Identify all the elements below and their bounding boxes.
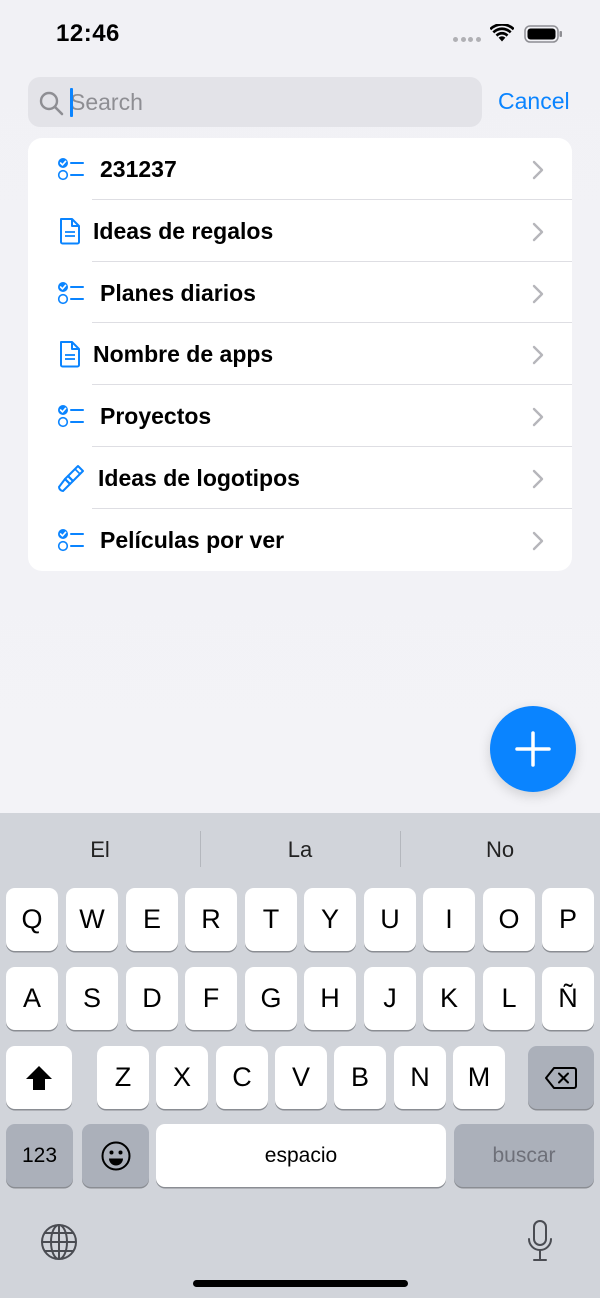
key-m[interactable]: M xyxy=(453,1046,505,1109)
suggestion-1[interactable]: El xyxy=(0,837,200,863)
key-n-tilde[interactable]: Ñ xyxy=(542,967,594,1030)
text-cursor xyxy=(70,88,73,117)
add-button[interactable] xyxy=(490,706,576,792)
key-e[interactable]: E xyxy=(126,888,178,951)
document-icon xyxy=(60,217,80,245)
key-y[interactable]: Y xyxy=(304,888,356,951)
backspace-icon xyxy=(545,1066,577,1089)
wifi-icon xyxy=(490,24,514,42)
shift-icon xyxy=(26,1065,52,1090)
keyboard: El La No Q W E R T Y U I O P A S D F G H… xyxy=(0,813,600,1298)
suggestion-3[interactable]: No xyxy=(400,837,600,863)
list-item-label: Nombre de apps xyxy=(93,341,274,368)
key-t[interactable]: T xyxy=(245,888,297,951)
key-f[interactable]: F xyxy=(185,967,237,1030)
status-time: 12:46 xyxy=(56,20,120,47)
numbers-key[interactable]: 123 xyxy=(6,1124,73,1187)
plus-icon xyxy=(515,731,551,767)
list-item[interactable]: Proyectos xyxy=(28,385,572,447)
space-key[interactable]: espacio xyxy=(156,1124,446,1187)
chevron-right-icon xyxy=(532,284,544,303)
key-p[interactable]: P xyxy=(542,888,594,951)
key-x[interactable]: X xyxy=(156,1046,208,1109)
key-j[interactable]: J xyxy=(364,967,416,1030)
list-item-label: Proyectos xyxy=(100,403,212,430)
key-q[interactable]: Q xyxy=(6,888,58,951)
chevron-right-icon xyxy=(532,469,544,489)
chevron-right-icon xyxy=(532,407,544,427)
key-h[interactable]: H xyxy=(304,967,356,1030)
key-a[interactable]: A xyxy=(6,967,58,1030)
suggestion-bar: El La No xyxy=(0,813,600,885)
checklist-icon xyxy=(57,405,84,428)
paintbrush-icon xyxy=(58,464,84,492)
list-item-label: Ideas de logotipos xyxy=(98,464,300,491)
list-item[interactable]: Ideas de regalos xyxy=(28,200,572,262)
cancel-button[interactable]: Cancel xyxy=(498,88,570,115)
chevron-right-icon xyxy=(532,222,544,241)
chevron-right-icon xyxy=(532,346,544,365)
key-v[interactable]: V xyxy=(275,1046,327,1109)
battery-icon xyxy=(524,25,562,43)
key-l[interactable]: L xyxy=(483,967,535,1030)
list-item-label: Planes diarios xyxy=(100,279,256,306)
suggestion-2[interactable]: La xyxy=(200,837,400,863)
list-item-label: Ideas de regalos xyxy=(93,217,274,244)
checklist-icon xyxy=(57,528,84,551)
key-d[interactable]: D xyxy=(126,967,178,1030)
key-s[interactable]: S xyxy=(66,967,118,1030)
checklist-icon xyxy=(57,281,84,304)
key-u[interactable]: U xyxy=(364,888,416,951)
search-field[interactable] xyxy=(28,77,482,127)
chevron-right-icon xyxy=(532,160,544,180)
key-r[interactable]: R xyxy=(185,888,237,951)
cellular-signal-icon xyxy=(453,37,483,43)
list-item-label: Películas por ver xyxy=(100,526,285,553)
list-item-label: 231237 xyxy=(100,156,177,182)
status-bar: 12:46 xyxy=(0,0,600,70)
search-icon xyxy=(39,91,64,116)
delete-key[interactable] xyxy=(528,1046,594,1109)
shift-key[interactable] xyxy=(6,1046,72,1109)
checklist-icon xyxy=(57,158,84,181)
notes-list: 231237 Ideas de regalos Planes diarios N… xyxy=(28,138,572,571)
document-icon xyxy=(60,341,80,368)
key-c[interactable]: C xyxy=(216,1046,268,1109)
list-item[interactable]: 231237 xyxy=(28,138,572,200)
search-input[interactable] xyxy=(70,77,470,127)
key-g[interactable]: G xyxy=(245,967,297,1030)
list-item[interactable]: Nombre de apps xyxy=(28,323,572,386)
key-w[interactable]: W xyxy=(66,888,118,951)
list-item[interactable]: Ideas de logotipos xyxy=(28,447,572,509)
key-k[interactable]: K xyxy=(423,967,475,1030)
key-n[interactable]: N xyxy=(394,1046,446,1109)
chevron-right-icon xyxy=(532,531,544,550)
key-o[interactable]: O xyxy=(483,888,535,951)
key-z[interactable]: Z xyxy=(97,1046,149,1109)
key-b[interactable]: B xyxy=(334,1046,386,1109)
search-key[interactable]: buscar xyxy=(454,1124,594,1187)
globe-icon[interactable] xyxy=(40,1223,78,1261)
emoji-key[interactable] xyxy=(82,1124,149,1187)
home-indicator[interactable] xyxy=(193,1280,408,1287)
list-item[interactable]: Planes diarios xyxy=(28,262,572,324)
list-item[interactable]: Películas por ver xyxy=(28,509,572,571)
emoji-icon xyxy=(101,1141,130,1170)
microphone-icon[interactable] xyxy=(526,1219,554,1263)
key-i[interactable]: I xyxy=(423,888,475,951)
